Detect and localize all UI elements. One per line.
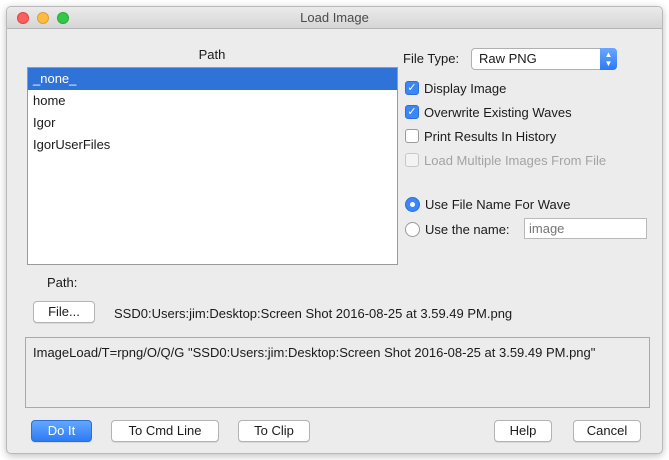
path-list[interactable]: _none_ home Igor IgorUserFiles <box>27 67 398 265</box>
file-type-value: Raw PNG <box>479 51 537 66</box>
to-cmd-line-button[interactable]: To Cmd Line <box>111 420 219 442</box>
path-list-item[interactable]: IgorUserFiles <box>28 134 397 156</box>
close-window-icon[interactable] <box>17 12 29 24</box>
display-image-checkbox[interactable]: ✓ <box>405 81 419 95</box>
print-results-checkbox[interactable] <box>405 129 419 143</box>
print-results-label: Print Results In History <box>424 128 557 144</box>
overwrite-checkbox[interactable]: ✓ <box>405 105 419 119</box>
overwrite-label: Overwrite Existing Waves <box>424 104 572 120</box>
load-multiple-checkbox <box>405 153 419 167</box>
zoom-window-icon[interactable] <box>57 12 69 24</box>
file-type-label: File Type: <box>403 51 460 66</box>
display-image-label: Display Image <box>424 80 507 96</box>
overwrite-option[interactable]: ✓ Overwrite Existing Waves <box>405 103 572 121</box>
print-results-option[interactable]: Print Results In History <box>405 127 556 145</box>
use-file-name-option[interactable]: Use File Name For Wave <box>405 195 570 213</box>
path-list-item[interactable]: home <box>28 90 397 112</box>
command-text: ImageLoad/T=rpng/O/Q/G "SSD0:Users:jim:D… <box>33 345 596 360</box>
wave-name-input[interactable] <box>524 218 647 239</box>
use-the-name-option[interactable]: Use the name: <box>405 220 510 238</box>
path-label: Path: <box>47 275 78 290</box>
file-button[interactable]: File... <box>33 301 95 323</box>
load-multiple-option: Load Multiple Images From File <box>405 151 606 169</box>
minimize-window-icon[interactable] <box>37 12 49 24</box>
title-bar: Load Image <box>7 7 662 29</box>
command-text-area[interactable]: ImageLoad/T=rpng/O/Q/G "SSD0:Users:jim:D… <box>25 337 650 408</box>
use-the-name-radio[interactable] <box>405 221 420 237</box>
path-list-item[interactable]: _none_ <box>28 68 397 90</box>
to-clip-button[interactable]: To Clip <box>238 420 310 442</box>
window-title: Load Image <box>300 10 369 25</box>
path-list-header: Path <box>198 47 226 62</box>
help-button[interactable]: Help <box>494 420 552 442</box>
file-path-text: SSD0:Users:jim:Desktop:Screen Shot 2016-… <box>114 306 513 321</box>
use-file-name-label: Use File Name For Wave <box>425 196 571 212</box>
display-image-option[interactable]: ✓ Display Image <box>405 79 506 97</box>
use-the-name-label: Use the name: <box>425 221 510 237</box>
path-list-item[interactable]: Igor <box>28 112 397 134</box>
use-file-name-radio[interactable] <box>405 196 420 212</box>
load-multiple-label: Load Multiple Images From File <box>424 152 607 168</box>
chevron-up-down-icon: ▲ ▼ <box>600 48 617 70</box>
cancel-button[interactable]: Cancel <box>573 420 641 442</box>
do-it-button[interactable]: Do It <box>31 420 92 442</box>
file-type-select[interactable]: Raw PNG ▲ ▼ <box>471 48 617 70</box>
load-image-dialog: Load Image Path _none_ home Igor IgorUse… <box>6 6 663 454</box>
